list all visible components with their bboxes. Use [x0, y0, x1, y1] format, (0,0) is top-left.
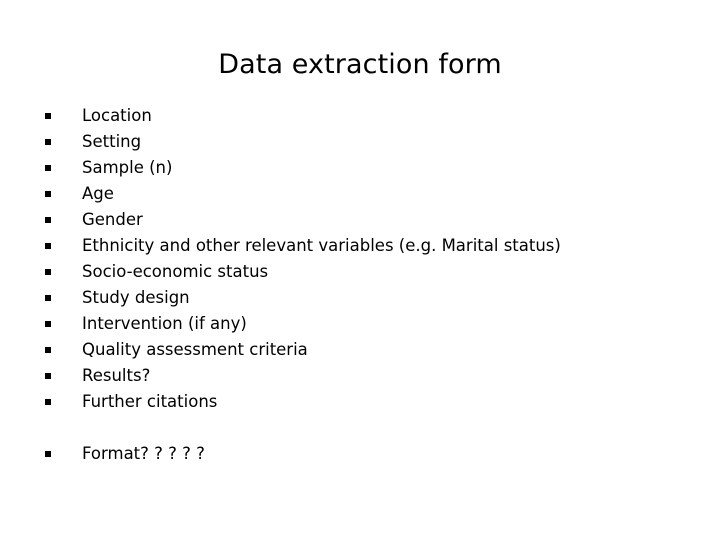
list-item-label: Results? [82, 366, 151, 385]
square-bullet-icon [45, 347, 51, 353]
square-bullet-icon [45, 451, 51, 457]
list-item: Further citations [44, 389, 664, 415]
list-item-label: Location [82, 106, 152, 125]
list-item: Age [44, 181, 664, 207]
bullet-list: Location Setting Sample (n) Age Gender E… [44, 103, 664, 467]
list-item-label: Quality assessment criteria [82, 340, 308, 359]
square-bullet-icon [45, 191, 51, 197]
slide-canvas: Data extraction form Location Setting Sa… [0, 0, 720, 540]
list-item-label: Further citations [82, 392, 218, 411]
list-item: Intervention (if any) [44, 311, 664, 337]
list-item-label: Sample (n) [82, 158, 173, 177]
square-bullet-icon [45, 373, 51, 379]
list-item-label: Gender [82, 210, 143, 229]
square-bullet-icon [45, 165, 51, 171]
list-item: Ethnicity and other relevant variables (… [44, 233, 664, 259]
square-bullet-icon [45, 321, 51, 327]
list-item-label: Age [82, 184, 114, 203]
list-item: Sample (n) [44, 155, 664, 181]
list-item: Study design [44, 285, 664, 311]
list-item: Socio-economic status [44, 259, 664, 285]
list-item: Setting [44, 129, 664, 155]
list-item: Gender [44, 207, 664, 233]
list-item-label: Intervention (if any) [82, 314, 247, 333]
square-bullet-icon [45, 113, 51, 119]
list-item-label: Socio-economic status [82, 262, 269, 281]
list-item: Results? [44, 363, 664, 389]
list-item-label: Ethnicity and other relevant variables (… [82, 236, 561, 255]
list-item-label: Setting [82, 132, 142, 151]
list-item: Location [44, 103, 664, 129]
square-bullet-icon [45, 243, 51, 249]
square-bullet-icon [45, 217, 51, 223]
square-bullet-icon [45, 295, 51, 301]
list-item: Quality assessment criteria [44, 337, 664, 363]
list-item-label: Format? ? ? ? ? [82, 444, 205, 463]
list-item: Format? ? ? ? ? [44, 441, 664, 467]
list-item-label: Study design [82, 288, 190, 307]
page-title: Data extraction form [218, 49, 502, 80]
square-bullet-icon [45, 269, 51, 275]
square-bullet-icon [45, 399, 51, 405]
square-bullet-icon [45, 139, 51, 145]
